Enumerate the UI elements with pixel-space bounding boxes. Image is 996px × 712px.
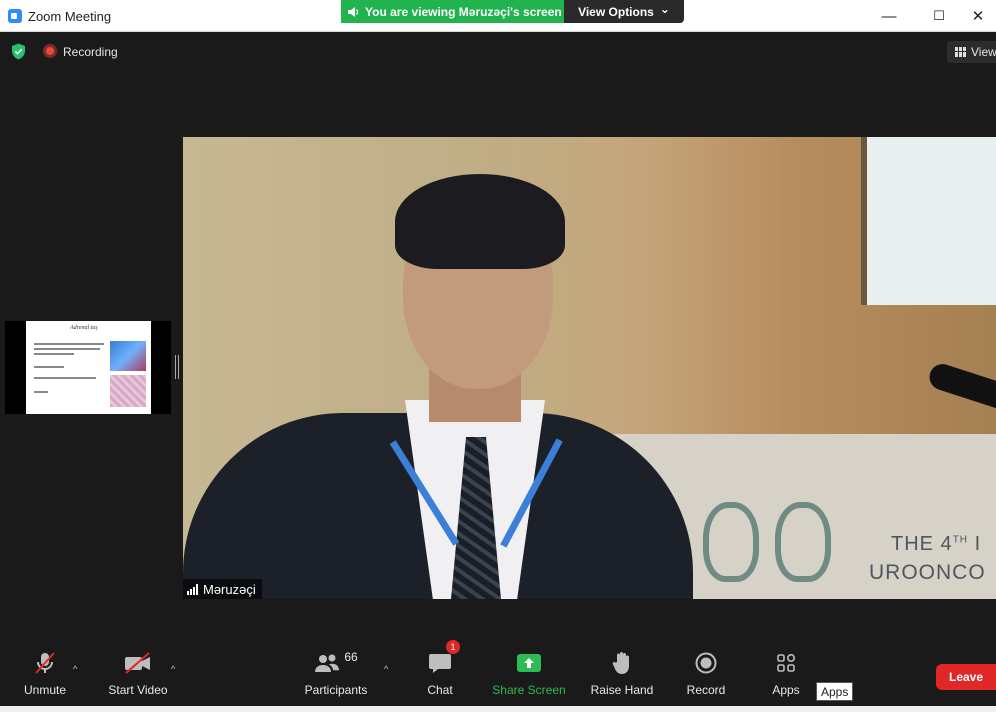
start-video-label: Start Video <box>108 683 168 697</box>
audio-options-caret[interactable]: ^ <box>73 664 77 674</box>
apps-icon <box>777 653 796 672</box>
recording-label: Recording <box>63 45 118 59</box>
banner-text-line1: THE 4TH I <box>891 533 982 555</box>
view-options-label: View Options <box>578 4 654 19</box>
main-video-feed: THE 4TH I UROONCO <box>183 137 996 599</box>
slide-image <box>110 341 146 371</box>
raise-hand-label: Raise Hand <box>590 683 654 697</box>
apps-button[interactable]: Apps <box>766 646 806 704</box>
view-button-label: View <box>971 45 996 59</box>
zoom-app-icon <box>8 9 22 23</box>
slide-line <box>34 377 96 379</box>
microphone <box>926 360 996 414</box>
participants-button[interactable]: 66 Participants <box>302 646 370 704</box>
slide-image <box>110 375 146 407</box>
speaker-icon <box>348 6 359 17</box>
resize-handle[interactable] <box>175 355 179 379</box>
start-video-button[interactable]: Start Video <box>106 646 170 704</box>
video-options-caret[interactable]: ^ <box>171 664 175 674</box>
banner-text-line2: UROONCO <box>869 561 986 584</box>
chat-label: Chat <box>427 683 453 697</box>
apps-tooltip: Apps <box>816 682 854 701</box>
slide-line <box>34 353 74 355</box>
close-button[interactable]: ✕ <box>960 0 996 32</box>
view-options-button[interactable]: View Options ⌄ <box>564 0 684 23</box>
hand-icon <box>612 652 629 674</box>
recording-icon <box>43 44 57 58</box>
signal-bars-icon <box>187 583 198 595</box>
raise-hand-button[interactable]: Raise Hand <box>590 646 654 704</box>
apps-label: Apps <box>772 683 800 697</box>
record-label: Record <box>686 683 726 697</box>
chat-icon <box>429 654 451 673</box>
viewing-screen-banner: You are viewing Məruzəçi's screen <box>341 0 564 23</box>
unmute-label: Unmute <box>23 683 67 697</box>
slide-line <box>34 366 64 368</box>
participants-label: Participants <box>304 683 368 697</box>
window-title: Zoom Meeting <box>28 9 112 24</box>
meeting-topbar: Recording View <box>0 33 996 69</box>
background-screen <box>861 137 996 305</box>
slide-preview: Adrenal tuş <box>26 321 151 414</box>
viewing-screen-text: You are viewing Məruzəçi's screen <box>365 4 562 19</box>
kidney-logo <box>775 502 831 582</box>
share-screen-icon <box>517 654 541 672</box>
chat-badge: 1 <box>446 640 460 654</box>
leave-button[interactable]: Leave <box>936 664 996 690</box>
participants-icon <box>315 654 340 672</box>
unmute-button[interactable]: Unmute <box>20 646 70 704</box>
record-icon <box>695 652 717 674</box>
minimize-button[interactable]: — <box>866 0 912 32</box>
slide-line <box>34 391 48 393</box>
speaker-hair <box>395 174 565 269</box>
share-screen-label: Share Screen <box>492 683 566 697</box>
microphone-muted-icon <box>35 652 55 674</box>
participants-count: 66 <box>344 650 358 664</box>
shared-screen-thumbnail[interactable]: Adrenal tuş <box>5 321 171 414</box>
slide-line <box>34 348 100 350</box>
slide-title: Adrenal tuş <box>70 325 98 331</box>
share-screen-button[interactable]: Share Screen <box>492 646 566 704</box>
chat-button[interactable]: 1 Chat <box>422 640 460 704</box>
maximize-button[interactable]: ☐ <box>916 0 962 32</box>
bottom-edge <box>0 706 996 712</box>
camera-off-icon <box>125 652 150 674</box>
slide-line <box>34 343 104 345</box>
participant-name-tag: Məruzəçi <box>183 579 262 599</box>
kidney-logo <box>703 502 759 582</box>
chevron-down-icon: ⌄ <box>659 1 670 16</box>
participants-options-caret[interactable]: ^ <box>384 664 388 674</box>
grid-icon <box>955 47 966 57</box>
view-button[interactable]: View <box>947 41 996 63</box>
shield-icon[interactable] <box>11 43 26 60</box>
record-button[interactable]: Record <box>684 646 728 704</box>
participant-name: Məruzəçi <box>203 581 256 597</box>
